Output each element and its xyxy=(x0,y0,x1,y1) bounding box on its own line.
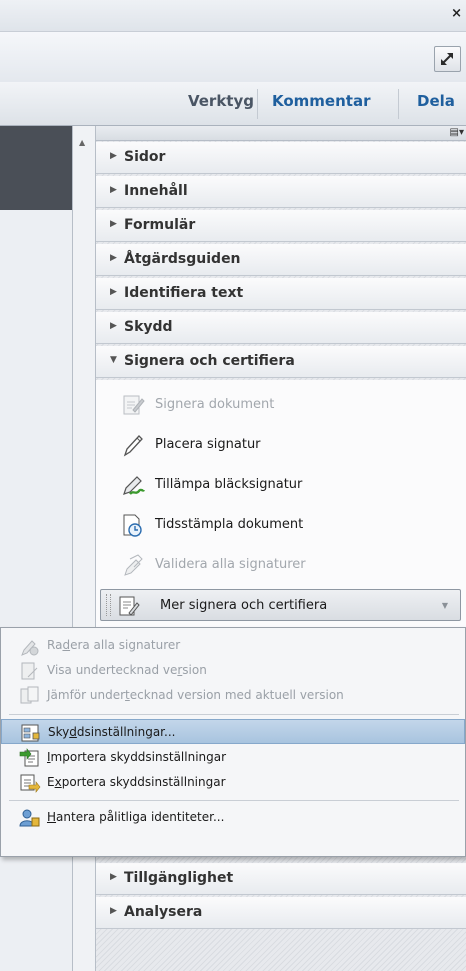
more-label: Mer signera och certifiera xyxy=(160,598,328,613)
export-settings-icon xyxy=(20,774,41,793)
toolbar xyxy=(0,32,466,83)
menu-label: Exportera skyddsinställningar xyxy=(47,775,226,789)
section-signera-och-certifiera[interactable]: ▼ Signera och certifiera xyxy=(96,346,466,378)
expand-arrow-icon: ▶ xyxy=(110,219,117,229)
section-innehall-row[interactable]: ▶ Innehåll xyxy=(96,176,466,208)
menu-separator xyxy=(9,714,459,715)
expand-arrow-icon: ▶ xyxy=(110,321,117,331)
timestamp-icon xyxy=(123,514,142,537)
tab-divider xyxy=(257,89,258,119)
section-label: Signera och certifiera xyxy=(124,353,295,369)
panel-header: ▤▾ xyxy=(96,126,466,141)
panel-options-icon[interactable]: ▤▾ xyxy=(450,127,464,138)
menu-item-hantera-identiteter[interactable]: Hantera pålitliga identiteter... xyxy=(1,805,465,830)
tab-bar: Verktyg Kommentar Dela xyxy=(0,82,466,126)
menu-item-skyddsinstallningar[interactable]: Skyddsinställningar... xyxy=(1,719,465,744)
document-view xyxy=(0,126,72,210)
expand-icon xyxy=(441,53,453,65)
tab-divider xyxy=(398,89,399,119)
ink-signature-icon xyxy=(123,476,145,495)
section-label: Sidor xyxy=(124,149,166,165)
tool-placera-signatur[interactable]: Placera signatur xyxy=(96,428,466,462)
collapse-arrow-icon: ▼ xyxy=(110,355,117,365)
tool-tidsstampla-dokument[interactable]: Tidsstämpla dokument xyxy=(96,508,466,542)
menu-label: Importera skyddsinställningar xyxy=(47,750,227,764)
scroll-up-arrow-icon[interactable]: ▲ xyxy=(79,138,85,147)
section-label: Analysera xyxy=(124,904,203,920)
section-analysera[interactable]: ▶ Analysera xyxy=(96,897,466,929)
expand-arrow-icon: ▶ xyxy=(110,185,117,195)
section-atgardsguiden[interactable]: ▶ Åtgärdsguiden xyxy=(96,244,466,276)
pen-icon xyxy=(123,435,143,457)
trusted-identities-icon xyxy=(19,809,40,827)
menu-item-visa-version[interactable]: Visa undertecknad version xyxy=(1,658,465,683)
section-label: Identifiera text xyxy=(124,285,244,301)
sign-document-icon xyxy=(123,395,145,415)
compare-version-icon xyxy=(20,686,39,704)
section-label: Innehåll xyxy=(124,183,188,199)
tool-label: Tillämpa bläcksignatur xyxy=(155,477,303,492)
title-bar: × xyxy=(0,0,466,32)
menu-label: Visa undertecknad version xyxy=(47,663,207,677)
grip-handle xyxy=(106,594,111,616)
menu-label: Jämför undertecknad version med aktuell … xyxy=(47,688,344,702)
menu-item-exportera-skyddsinstallningar[interactable]: Exportera skyddsinställningar xyxy=(1,770,465,795)
section-identifiera-text[interactable]: ▶ Identifiera text xyxy=(96,278,466,310)
signera-tools-list: Signera dokument Placera signatur Tilläm… xyxy=(96,380,466,629)
expand-arrow-icon: ▶ xyxy=(110,872,117,882)
menu-label: Hantera pålitliga identiteter... xyxy=(47,810,225,824)
section-skydd[interactable]: ▶ Skydd xyxy=(96,312,466,344)
tab-verktyg[interactable]: Verktyg xyxy=(188,92,254,110)
expand-arrow-icon: ▶ xyxy=(110,906,117,916)
close-icon[interactable]: × xyxy=(451,6,462,21)
section-label: Åtgärdsguiden xyxy=(124,251,241,267)
signed-version-icon xyxy=(21,662,38,680)
expand-arrow-icon: ▶ xyxy=(110,287,117,297)
section-sidor[interactable]: ▶ Sidor xyxy=(96,142,466,174)
tool-label: Signera dokument xyxy=(155,397,275,412)
expand-arrow-icon: ▶ xyxy=(110,151,117,161)
section-label: Skydd xyxy=(124,319,173,335)
tab-kommentar[interactable]: Kommentar xyxy=(272,92,370,110)
tool-label: Tidsstämpla dokument xyxy=(155,517,304,532)
security-settings-icon xyxy=(21,724,40,742)
tool-label: Validera alla signaturer xyxy=(155,557,306,572)
delete-signatures-icon xyxy=(21,640,39,656)
menu-item-importera-skyddsinstallningar[interactable]: Importera skyddsinställningar xyxy=(1,745,465,770)
expand-arrow-icon: ▶ xyxy=(110,253,117,263)
chevron-down-icon: ▼ xyxy=(441,601,448,610)
validate-signatures-icon xyxy=(124,554,143,576)
section-label: Formulär xyxy=(124,217,196,233)
certify-tools-icon xyxy=(119,596,140,616)
more-sign-certify-dropdown[interactable]: Mer signera och certifiera ▼ xyxy=(100,589,461,621)
tool-signera-dokument[interactable]: Signera dokument xyxy=(96,388,466,422)
tab-dela[interactable]: Dela xyxy=(417,92,455,110)
menu-label: Radera alla signaturer xyxy=(47,638,181,652)
tool-label: Placera signatur xyxy=(155,437,261,452)
fullscreen-button[interactable] xyxy=(434,46,461,72)
section-label: Tillgänglighet xyxy=(124,870,234,886)
tool-tillampa-blacksignatur[interactable]: Tillämpa bläcksignatur xyxy=(96,468,466,502)
dropdown-menu: Radera alla signaturer Visa undertecknad… xyxy=(0,627,466,857)
section-formular[interactable]: ▶ Formulär xyxy=(96,210,466,242)
import-settings-icon xyxy=(19,748,39,767)
menu-item-jamfor-version[interactable]: Jämför undertecknad version med aktuell … xyxy=(1,683,465,708)
menu-item-radera-signaturer[interactable]: Radera alla signaturer xyxy=(1,633,465,658)
menu-label: Skyddsinställningar... xyxy=(48,725,176,739)
section-tillganglighet[interactable]: ▶ Tillgänglighet xyxy=(96,863,466,895)
menu-separator xyxy=(9,800,459,801)
tool-validera-alla-signaturer[interactable]: Validera alla signaturer xyxy=(96,548,466,582)
